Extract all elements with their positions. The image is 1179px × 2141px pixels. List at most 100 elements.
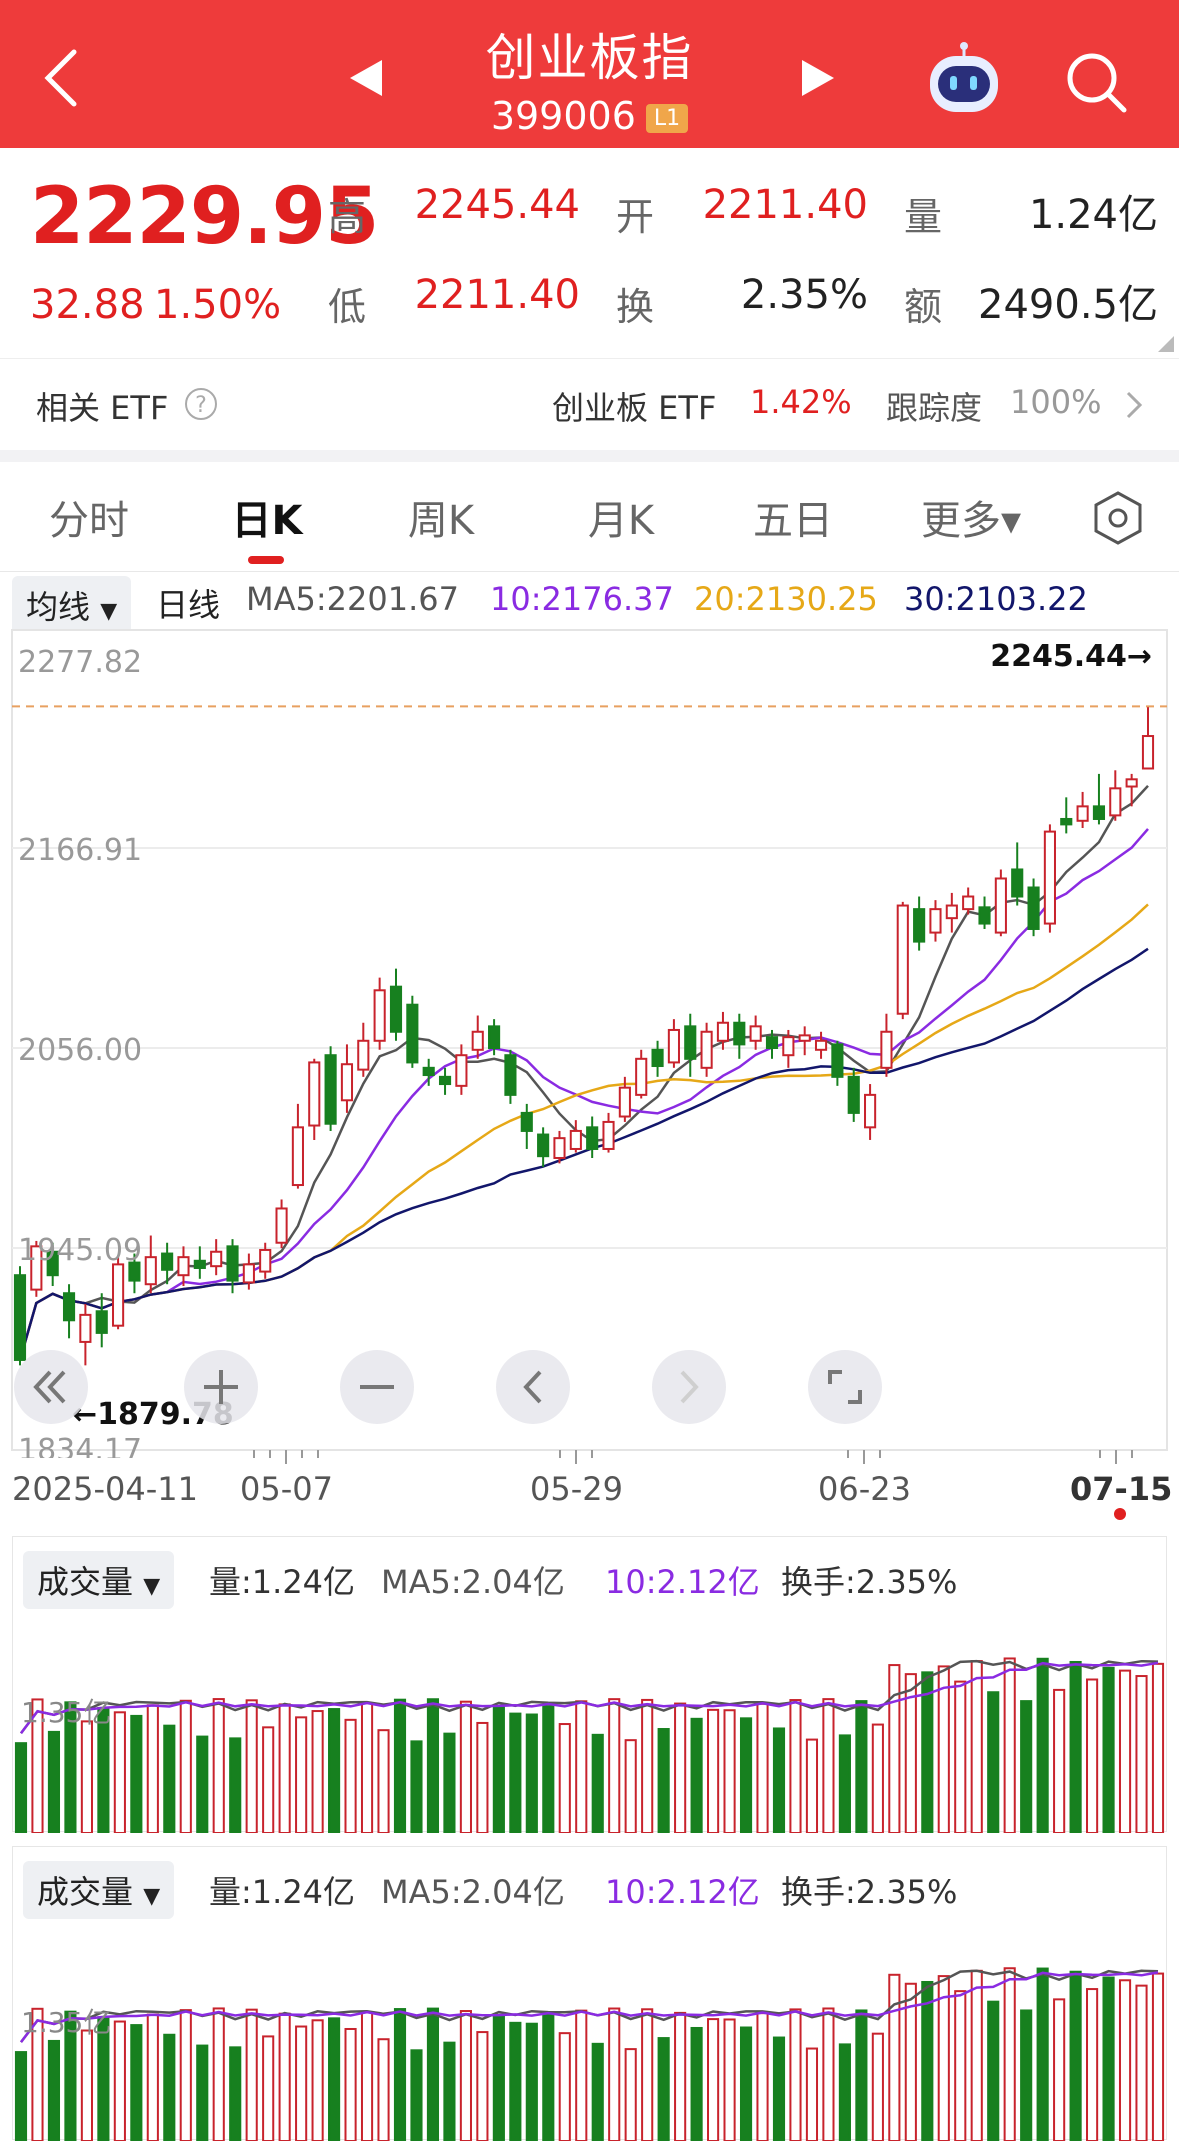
candlestick-chart[interactable]: 2277.822166.912056.001945.091834.17 2245… — [0, 628, 1179, 1458]
volume-bar — [1069, 1660, 1082, 1833]
etf-name[interactable]: 创业板 ETF — [552, 383, 716, 429]
candle-body — [324, 1054, 337, 1125]
volume-bar — [328, 2017, 341, 2141]
tab-monthly-k[interactable]: 月K — [536, 488, 706, 546]
volume-bar — [921, 1980, 934, 2141]
volume-bar — [1118, 1669, 1132, 1833]
fullscreen-button[interactable] — [808, 1350, 882, 1424]
volume-bar — [772, 2036, 786, 2141]
zoom-out-button[interactable] — [340, 1350, 414, 1424]
volume-bar — [871, 1723, 884, 1833]
volume-bar — [245, 1699, 258, 1833]
robot-assistant-icon[interactable] — [924, 42, 1004, 118]
candle-body — [994, 877, 1007, 934]
volume-bar — [196, 2044, 209, 2141]
y-tick-label: 2166.91 — [18, 833, 142, 868]
volume-bar — [377, 2038, 390, 2141]
scroll-left-button[interactable] — [496, 1350, 570, 1424]
related-etf-bar[interactable]: 相关 ETF ? 创业板 ETF 1.42% 跟踪度 100% — [0, 358, 1179, 450]
volume-bar — [690, 2026, 703, 2141]
high-value: 2245.44 — [414, 182, 580, 228]
candle-body — [520, 1111, 533, 1132]
expand-corner-icon[interactable] — [1158, 336, 1174, 352]
volume-bar — [130, 2024, 143, 2141]
volume-bar — [509, 2021, 522, 2141]
y-tick-label: 2277.82 — [18, 645, 142, 680]
volume-bar — [459, 2010, 472, 2141]
volume-bar — [311, 1710, 324, 1833]
candle-body — [896, 904, 909, 1015]
volume-bar — [871, 2032, 884, 2141]
search-icon[interactable] — [1064, 50, 1128, 114]
help-icon[interactable]: ? — [184, 387, 218, 421]
next-stock-icon[interactable] — [800, 58, 836, 98]
zoom-in-button[interactable] — [184, 1350, 258, 1424]
tab-more[interactable]: 更多▾ — [886, 488, 1056, 546]
ma5-value: MA5:2201.67 — [246, 580, 459, 618]
volume-bar — [196, 1735, 209, 1833]
settings-hexagon-icon[interactable] — [1090, 490, 1146, 546]
date-label-3: 06-23 — [818, 1470, 911, 1508]
candle-body — [684, 1025, 697, 1060]
tab-five-day[interactable]: 五日 — [708, 488, 878, 546]
volume-panel-2[interactable]: 成交量 ▼ 量:1.24亿 MA5:2.04亿 10:2.12亿 换手:2.35… — [12, 1846, 1167, 2141]
volume-bar — [146, 1704, 159, 1833]
volume-bar — [113, 1711, 126, 1833]
double-chevron-left-icon — [33, 1370, 66, 1404]
candle-body — [488, 1025, 501, 1049]
ma30-value: 30:2103.22 — [904, 580, 1088, 618]
volume-bar — [525, 1713, 538, 1833]
volume-bar — [393, 2008, 407, 2141]
scroll-left-fast-button[interactable] — [14, 1350, 88, 1424]
candle-body — [210, 1250, 223, 1268]
volume-bar — [921, 1671, 934, 1833]
chevron-right-icon[interactable] — [1124, 389, 1144, 421]
scroll-right-button[interactable] — [652, 1350, 726, 1424]
volume-bar — [855, 2009, 868, 2141]
volume-bar — [756, 1702, 769, 1833]
volume-bar — [575, 1700, 588, 1833]
volume-value-1: 量:1.24亿 — [209, 1563, 356, 1601]
volume-bar — [838, 2043, 851, 2141]
volume-bar — [278, 1703, 291, 1833]
volume-bar — [772, 1727, 786, 1833]
candle-body — [1011, 868, 1024, 898]
tab-weekly-k[interactable]: 周K — [356, 488, 526, 546]
volume-bar — [1003, 1657, 1016, 1833]
volume-bar — [970, 1969, 983, 2141]
volume-bar — [476, 1721, 489, 1833]
volume-bar — [558, 2032, 571, 2141]
date-label-end: 07-15 — [1070, 1470, 1173, 1508]
tab-intraday[interactable]: 分时 — [4, 488, 174, 546]
candle-body — [177, 1256, 190, 1277]
candle-body — [716, 1021, 730, 1042]
y-tick-label: 2056.00 — [18, 1033, 142, 1068]
candle-body — [945, 904, 958, 920]
candle-body — [1141, 735, 1155, 770]
candle-body — [814, 1039, 828, 1051]
volume-panel-1[interactable]: 成交量 ▼ 量:1.24亿 MA5:2.04亿 10:2.12亿 换手:2.35… — [12, 1536, 1167, 1833]
price-change-pct: 1.50% — [154, 282, 282, 328]
volume-bar — [888, 1973, 901, 2141]
volume-bar — [888, 1664, 901, 1833]
indicator-select[interactable]: 均线 ▼ — [12, 576, 132, 634]
tab-daily-k[interactable]: 日K — [182, 488, 352, 546]
volume-bar — [47, 1730, 61, 1833]
volume-bar — [360, 1702, 374, 1833]
candle-body — [749, 1025, 762, 1042]
volume-axis-label-2: 1.35亿 — [21, 2006, 112, 2039]
volume-bar — [789, 2008, 802, 2141]
current-date-dot — [1114, 1508, 1126, 1520]
volume-bar — [1036, 1967, 1049, 2141]
volume-bar — [1086, 1988, 1099, 2141]
volume-turnover-2: 换手:2.35% — [781, 1873, 958, 1911]
candle-body — [275, 1207, 288, 1244]
volume-indicator-select-1[interactable]: 成交量 ▼ — [23, 1551, 175, 1609]
volume-bar — [1020, 2009, 1033, 2141]
volume-bar — [1135, 1675, 1148, 1833]
volume-bar — [641, 1698, 654, 1833]
volume-bar — [344, 2027, 357, 2141]
volume-indicator-select-2[interactable]: 成交量 ▼ — [23, 1861, 175, 1919]
volume-bar — [805, 2047, 819, 2141]
low-label: 低 — [328, 285, 367, 329]
